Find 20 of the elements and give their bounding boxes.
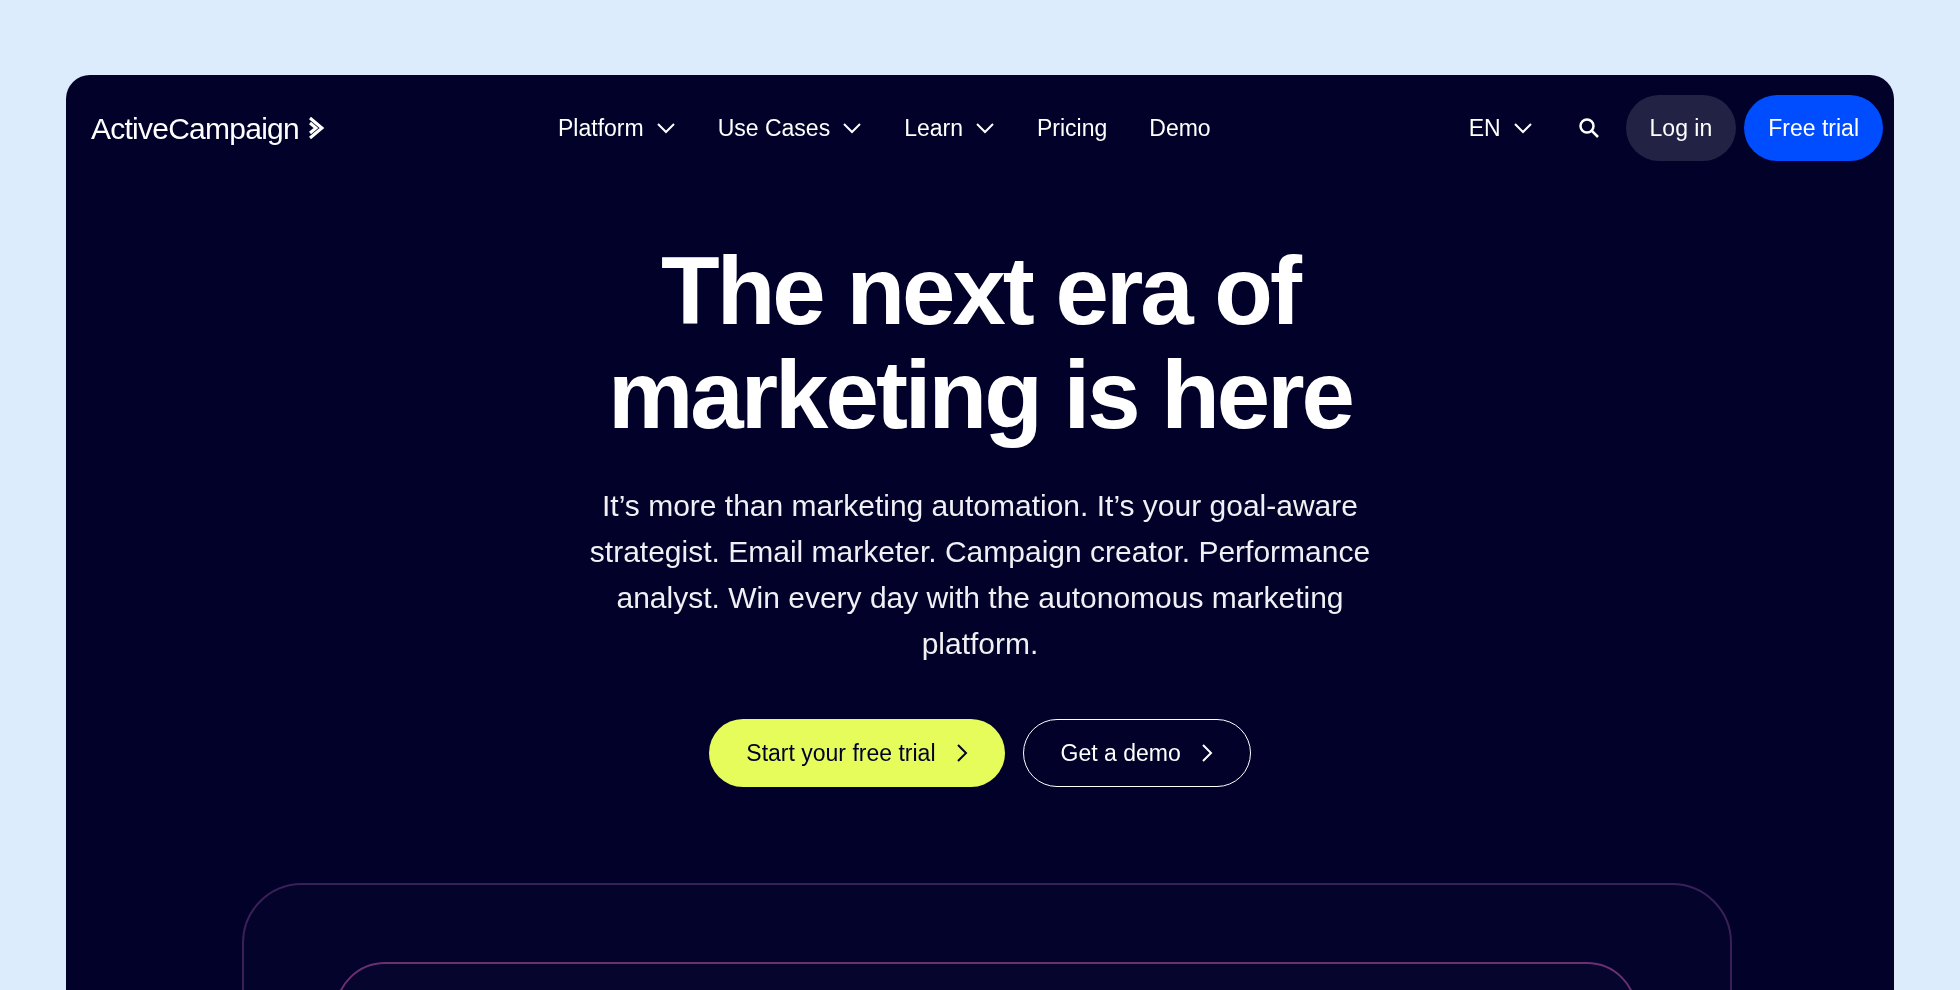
hero-description: It’s more than marketing automation. It’s your goal-aware strategist. Email marketer. Campaign creator. Performance analyst. Win every day with the autonomous marketing platform. [588, 488, 1372, 662]
free-trial-button[interactable]: Free trial [1744, 95, 1883, 161]
start-trial-button[interactable]: Start your free trial [709, 719, 1005, 787]
login-button[interactable]: Log in [1625, 95, 1737, 161]
logo-text[interactable]: ActiveCampaign [91, 105, 299, 151]
chevron-down-icon [1512, 122, 1533, 134]
language-selector[interactable]: EN [1468, 110, 1533, 146]
chevron-right-icon [955, 743, 968, 763]
chevron-down-icon [655, 122, 676, 134]
chevron-down-icon [974, 122, 995, 134]
nav-link[interactable]: Demo [1149, 110, 1211, 146]
nav-link[interactable]: Platform [558, 110, 676, 146]
nav-link[interactable]: Pricing [1036, 110, 1108, 146]
chevron-right-icon [1200, 743, 1213, 763]
search-icon[interactable] [1577, 117, 1600, 139]
logo-chevron-icon [306, 116, 327, 140]
nav-link[interactable]: Use Cases [717, 110, 863, 146]
nav-link[interactable]: Learn [904, 110, 995, 146]
chevron-down-icon [842, 122, 863, 134]
hero-title: The next era of marketing is here [607, 239, 1353, 447]
